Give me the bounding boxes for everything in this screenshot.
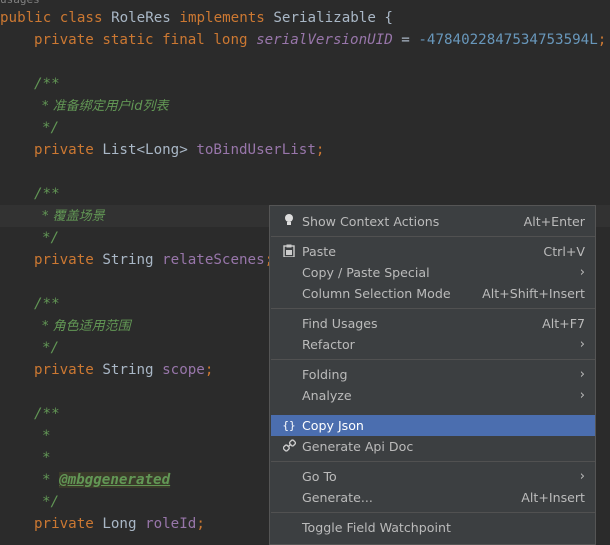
code-line-to-bind-user-list[interactable]: private List<Long> toBindUserList; xyxy=(34,139,324,161)
menu-item-generate-api-doc[interactable]: Generate Api Doc xyxy=(271,436,595,457)
lightbulb-icon xyxy=(282,211,296,232)
menu-item-find-usages[interactable]: Find Usages Alt+F7 xyxy=(271,313,595,334)
menu-item-show-context-actions[interactable]: Show Context Actions Alt+Enter xyxy=(271,211,595,232)
menu-item-paste[interactable]: Paste Ctrl+V xyxy=(271,241,595,262)
menu-item-go-to[interactable]: Go To › xyxy=(271,466,595,487)
javadoc-close[interactable]: */ xyxy=(42,227,59,249)
chevron-right-icon: › xyxy=(579,265,585,280)
menu-separator xyxy=(271,236,595,237)
menu-item-refactor[interactable]: Refactor › xyxy=(271,334,595,355)
javadoc-star[interactable]: * xyxy=(42,447,51,469)
mbggenerated-tag[interactable]: @mbggenerated xyxy=(59,472,171,488)
code-line-role-id[interactable]: private Long roleId; xyxy=(34,513,205,535)
menu-separator xyxy=(271,308,595,309)
javadoc-comment-2[interactable]: * 覆盖场景 xyxy=(42,205,105,227)
chevron-right-icon: › xyxy=(579,337,585,352)
javadoc-open[interactable]: /** xyxy=(34,293,60,315)
chevron-right-icon: › xyxy=(579,388,585,403)
menu-item-column-selection-mode[interactable]: Column Selection Mode Alt+Shift+Insert xyxy=(271,283,595,304)
link-icon xyxy=(282,436,296,457)
menu-separator xyxy=(271,359,595,360)
chevron-right-icon: › xyxy=(579,469,585,484)
chevron-right-icon: › xyxy=(579,367,585,382)
code-line-serial-version[interactable]: private static final long serialVersionU… xyxy=(34,29,606,51)
code-line-scope[interactable]: private String scope; xyxy=(34,359,213,381)
javadoc-tag-line[interactable]: * @mbggenerated xyxy=(42,469,171,491)
javadoc-open[interactable]: /** xyxy=(34,183,60,205)
javadoc-comment-3[interactable]: * 角色适用范围 xyxy=(42,315,131,337)
braces-icon: {} xyxy=(282,419,296,432)
javadoc-star[interactable]: * xyxy=(42,425,51,447)
context-menu: Show Context Actions Alt+Enter Paste Ctr… xyxy=(269,205,596,545)
javadoc-open[interactable]: /** xyxy=(34,403,60,425)
javadoc-comment-1[interactable]: * 准备绑定用户id列表 xyxy=(42,95,169,117)
menu-separator xyxy=(271,461,595,462)
menu-item-generate[interactable]: Generate... Alt+Insert xyxy=(271,487,595,508)
menu-item-copy-paste-special[interactable]: Copy / Paste Special › xyxy=(271,262,595,283)
javadoc-close[interactable]: */ xyxy=(42,337,59,359)
javadoc-close[interactable]: */ xyxy=(42,117,59,139)
clipboard-icon xyxy=(282,241,296,262)
menu-item-toggle-field-watchpoint[interactable]: Toggle Field Watchpoint xyxy=(271,517,595,538)
code-line-relate-scenes[interactable]: private String relateScenes; xyxy=(34,249,273,271)
menu-item-copy-json[interactable]: {} Copy Json xyxy=(271,415,595,436)
javadoc-open[interactable]: /** xyxy=(34,73,60,95)
javadoc-close[interactable]: */ xyxy=(42,491,59,513)
code-line-class-decl[interactable]: public class RoleRes implements Serializ… xyxy=(0,7,393,29)
menu-item-analyze[interactable]: Analyze › xyxy=(271,385,595,406)
menu-separator xyxy=(271,512,595,513)
menu-item-folding[interactable]: Folding › xyxy=(271,364,595,385)
